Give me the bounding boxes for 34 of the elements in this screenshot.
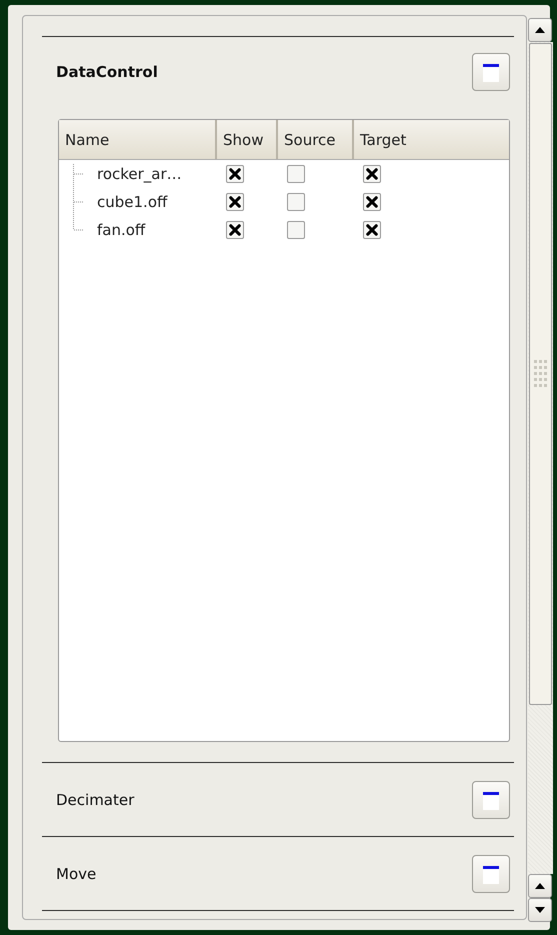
- column-header[interactable]: Target: [354, 120, 498, 159]
- scroll-up-button[interactable]: [528, 18, 552, 42]
- scroll-up-button[interactable]: [528, 874, 552, 898]
- checkbox[interactable]: [226, 165, 244, 183]
- minimize-icon: [483, 790, 499, 810]
- scroll-down-button[interactable]: [528, 898, 552, 922]
- column-header[interactable]: Show: [217, 120, 278, 159]
- column-header[interactable]: Name: [59, 120, 217, 159]
- checkbox[interactable]: [226, 221, 244, 239]
- collapse-button[interactable]: [472, 53, 510, 91]
- checkbox[interactable]: [226, 193, 244, 211]
- checkbox[interactable]: [287, 193, 305, 211]
- column-header[interactable]: Source: [278, 120, 354, 159]
- up-arrow-icon: [535, 883, 545, 889]
- collapse-button[interactable]: [472, 780, 510, 818]
- scrollbar[interactable]: [528, 18, 553, 922]
- checkbox[interactable]: [363, 193, 381, 211]
- file-name: fan.off: [97, 221, 146, 239]
- grip-icon: [534, 360, 548, 388]
- section-title: DataControl: [56, 63, 158, 81]
- minimize-icon: [483, 864, 499, 884]
- file-name: rocker_ar…: [97, 165, 182, 183]
- checkbox[interactable]: [287, 221, 305, 239]
- checkbox[interactable]: [363, 165, 381, 183]
- collapse-button[interactable]: [472, 854, 510, 892]
- up-arrow-icon: [535, 27, 545, 33]
- scrollbar-thumb[interactable]: [529, 43, 552, 705]
- checkbox[interactable]: [363, 221, 381, 239]
- section-title: Move: [56, 864, 96, 882]
- section-title: Decimater: [56, 790, 134, 808]
- down-arrow-icon: [535, 907, 545, 913]
- checkbox[interactable]: [287, 165, 305, 183]
- file-name: cube1.off: [97, 193, 168, 211]
- minimize-icon: [483, 62, 499, 82]
